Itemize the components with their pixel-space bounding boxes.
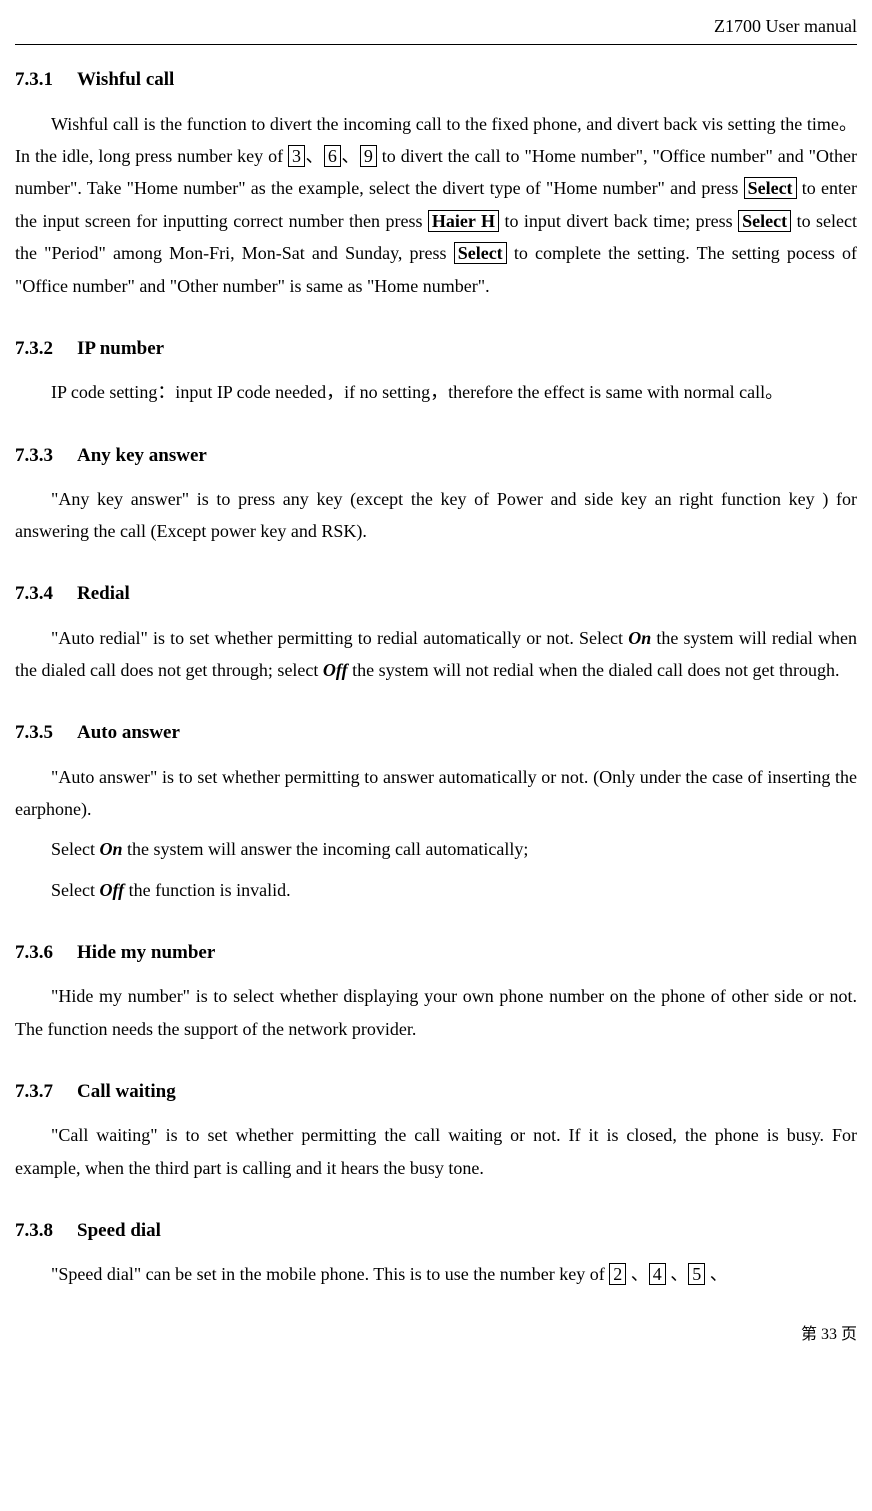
key-2: 2 bbox=[609, 1263, 626, 1285]
page-header: Z1700 User manual bbox=[15, 10, 857, 45]
on-label: On bbox=[99, 839, 122, 859]
section-wishful-call: 7.3.1 Wishful call Wishful call is the fu… bbox=[15, 63, 857, 302]
paragraph-redial: "Auto redial" is to set whether permitti… bbox=[15, 622, 857, 687]
section-title: Hide my number bbox=[77, 942, 215, 963]
text: "Speed dial" can be set in the mobile ph… bbox=[51, 1264, 609, 1284]
text: IP code setting：input IP code needed，if … bbox=[51, 382, 783, 402]
section-number: 7.3.2 bbox=[15, 332, 53, 366]
text: the system will not redial when the dial… bbox=[348, 660, 840, 680]
paragraph-speed-dial: "Speed dial" can be set in the mobile ph… bbox=[15, 1258, 857, 1290]
off-label: Off bbox=[99, 880, 124, 900]
section-number: 7.3.6 bbox=[15, 936, 53, 970]
paragraph-auto-answer-3: Select Off the function is invalid. bbox=[15, 874, 857, 906]
paragraph-call-waiting: "Call waiting" is to set whether permitt… bbox=[15, 1119, 857, 1184]
paragraph-auto-answer-2: Select On the system will answer the inc… bbox=[15, 833, 857, 865]
key-3: 3 bbox=[288, 145, 305, 167]
section-number: 7.3.7 bbox=[15, 1075, 53, 1109]
heading-speed-dial: 7.3.8 Speed dial bbox=[15, 1214, 857, 1248]
separator: 、 bbox=[666, 1264, 689, 1284]
section-title: IP number bbox=[77, 338, 164, 359]
heading-ip-number: 7.3.2 IP number bbox=[15, 332, 857, 366]
key-6: 6 bbox=[324, 145, 341, 167]
page-number: 第 33 页 bbox=[801, 1326, 857, 1343]
section-ip-number: 7.3.2 IP number IP code setting：input IP … bbox=[15, 332, 857, 409]
off-label: Off bbox=[323, 660, 348, 680]
heading-wishful-call: 7.3.1 Wishful call bbox=[15, 63, 857, 97]
heading-auto-answer: 7.3.5 Auto answer bbox=[15, 716, 857, 750]
haier-h-button-label: Haier H bbox=[428, 210, 499, 232]
heading-any-key-answer: 7.3.3 Any key answer bbox=[15, 439, 857, 473]
section-any-key-answer: 7.3.3 Any key answer "Any key answer" is … bbox=[15, 439, 857, 548]
section-call-waiting: 7.3.7 Call waiting "Call waiting" is to s… bbox=[15, 1075, 857, 1184]
paragraph-wishful-call: Wishful call is the function to divert t… bbox=[15, 108, 857, 302]
separator: 、 bbox=[705, 1264, 728, 1284]
section-title: Speed dial bbox=[77, 1220, 161, 1241]
section-title: Auto answer bbox=[77, 722, 180, 743]
heading-redial: 7.3.4 Redial bbox=[15, 577, 857, 611]
select-button-label: Select bbox=[744, 177, 797, 199]
heading-call-waiting: 7.3.7 Call waiting bbox=[15, 1075, 857, 1109]
paragraph-auto-answer-1: "Auto answer" is to set whether permitti… bbox=[15, 761, 857, 826]
separator: 、 bbox=[626, 1264, 649, 1284]
section-title: Any key answer bbox=[77, 445, 207, 466]
key-5: 5 bbox=[688, 1263, 705, 1285]
paragraph-hide-my-number: "Hide my number" is to select whether di… bbox=[15, 980, 857, 1045]
section-number: 7.3.3 bbox=[15, 439, 53, 473]
page-footer: 第 33 页 bbox=[15, 1321, 857, 1350]
heading-hide-my-number: 7.3.6 Hide my number bbox=[15, 936, 857, 970]
paragraph-any-key-answer: "Any key answer" is to press any key (ex… bbox=[15, 483, 857, 548]
text: Select bbox=[51, 839, 99, 859]
section-redial: 7.3.4 Redial "Auto redial" is to set whet… bbox=[15, 577, 857, 686]
select-button-label: Select bbox=[738, 210, 791, 232]
section-number: 7.3.5 bbox=[15, 716, 53, 750]
key-4: 4 bbox=[649, 1263, 666, 1285]
text: Select bbox=[51, 880, 99, 900]
section-title: Call waiting bbox=[77, 1081, 176, 1102]
section-title: Redial bbox=[77, 583, 130, 604]
section-number: 7.3.8 bbox=[15, 1214, 53, 1248]
section-title: Wishful call bbox=[77, 69, 174, 90]
paragraph-ip-number: IP code setting：input IP code needed，if … bbox=[15, 376, 857, 408]
on-label: On bbox=[628, 628, 651, 648]
section-number: 7.3.4 bbox=[15, 577, 53, 611]
text: the system will answer the incoming call… bbox=[123, 839, 529, 859]
manual-title: Z1700 User manual bbox=[714, 16, 857, 36]
section-number: 7.3.1 bbox=[15, 63, 53, 97]
text: "Auto redial" is to set whether permitti… bbox=[51, 628, 628, 648]
text: to input divert back time; press bbox=[499, 211, 738, 231]
separator: 、 bbox=[305, 146, 324, 166]
section-hide-my-number: 7.3.6 Hide my number "Hide my number" is … bbox=[15, 936, 857, 1045]
text: the function is invalid. bbox=[124, 880, 290, 900]
section-auto-answer: 7.3.5 Auto answer "Auto answer" is to set… bbox=[15, 716, 857, 906]
key-9: 9 bbox=[360, 145, 377, 167]
section-speed-dial: 7.3.8 Speed dial "Speed dial" can be set … bbox=[15, 1214, 857, 1291]
separator: 、 bbox=[341, 146, 360, 166]
select-button-label: Select bbox=[454, 242, 507, 264]
